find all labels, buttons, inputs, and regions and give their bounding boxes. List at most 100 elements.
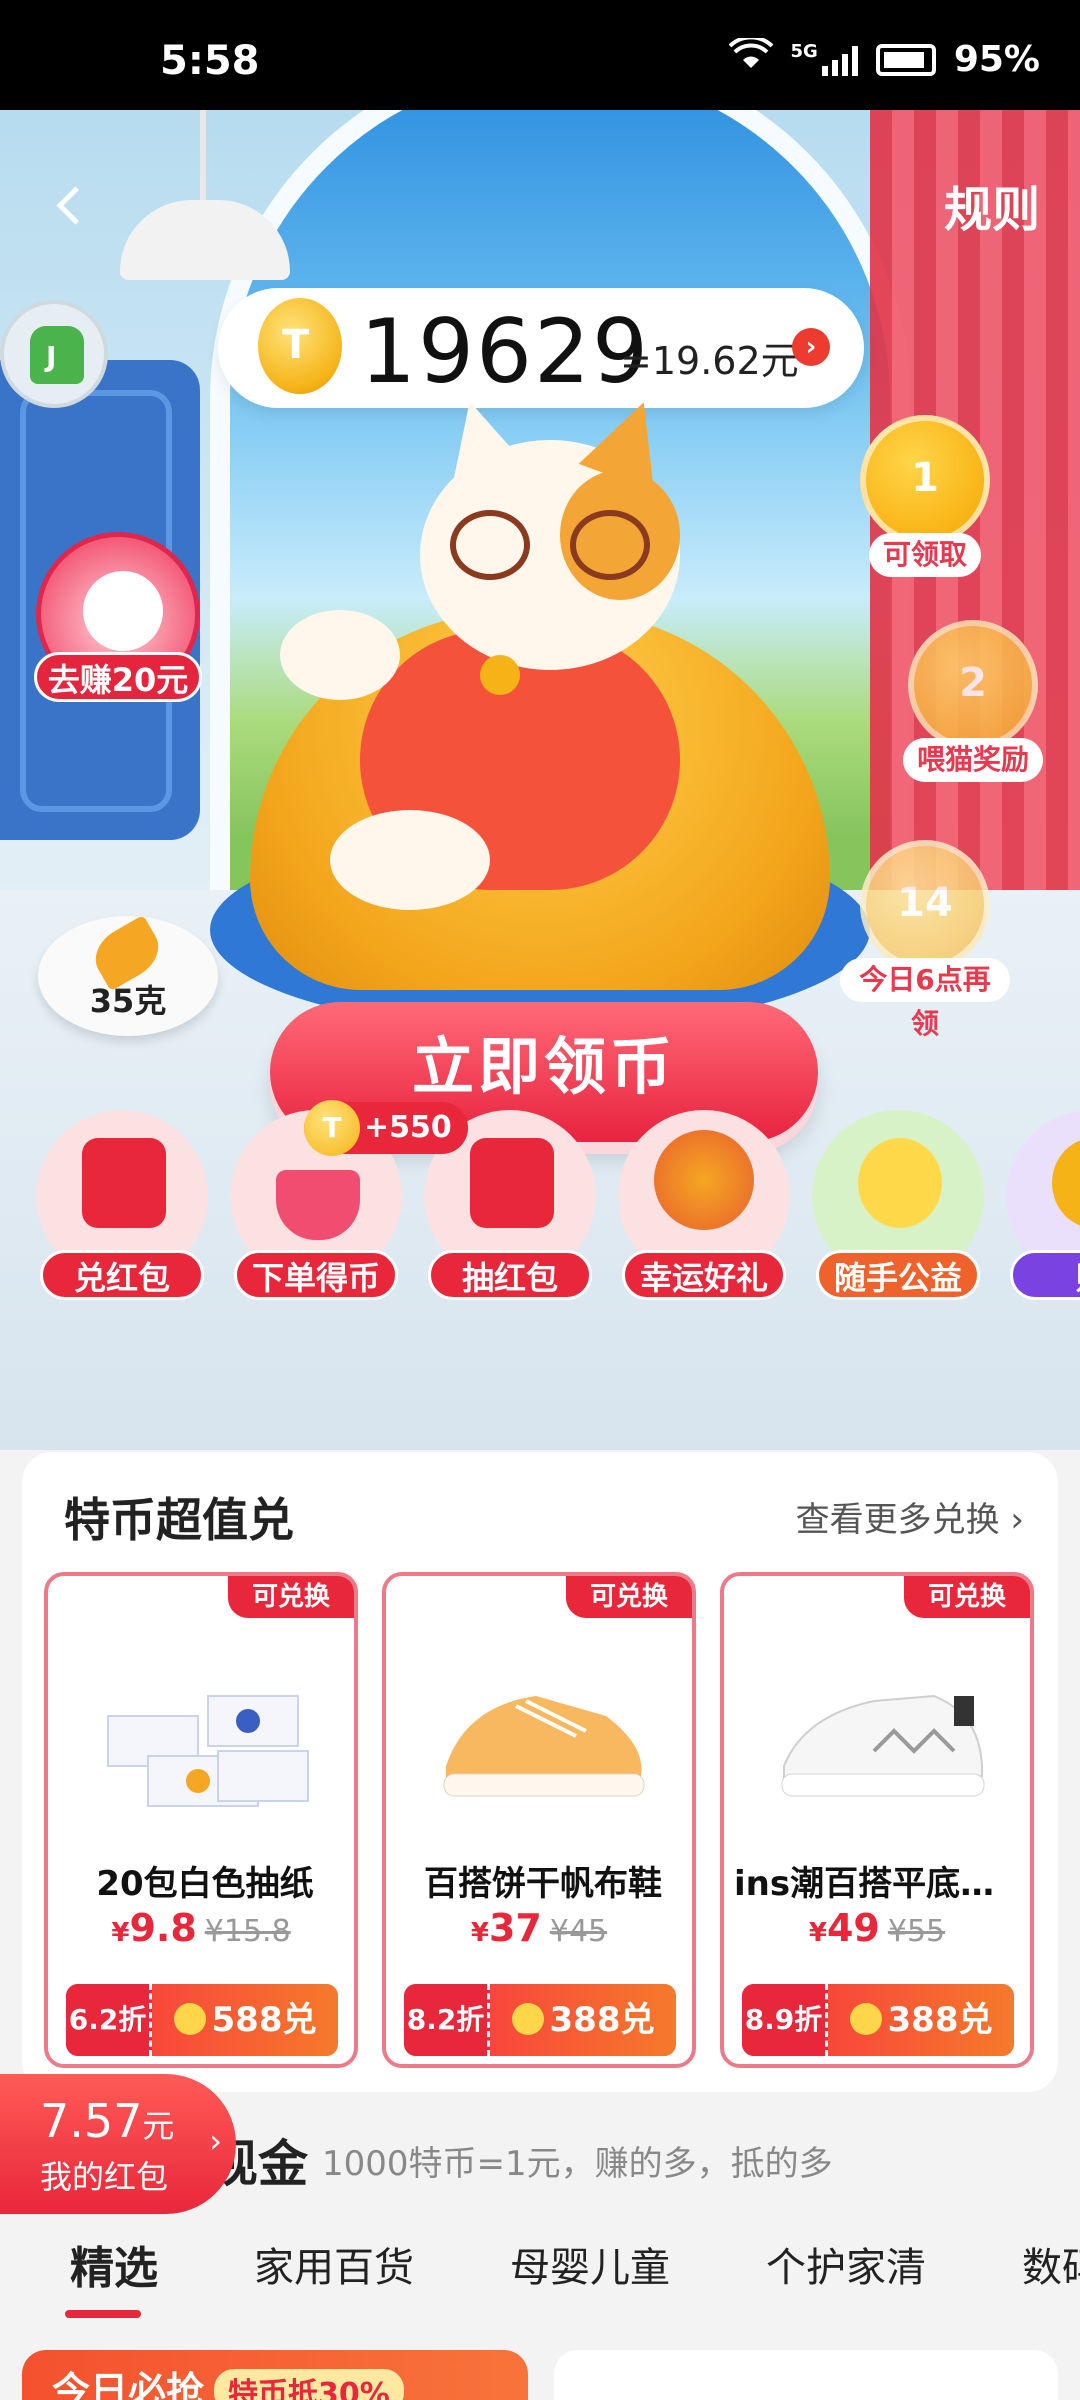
product-original-price: ¥55 xyxy=(887,1914,946,1949)
chevron-right-icon[interactable]: › xyxy=(792,328,830,366)
battery-percent: 95% xyxy=(953,39,1040,80)
feature-lucky-gift[interactable]: 幸运好礼 xyxy=(618,1110,790,1330)
status-time: 5:58 xyxy=(160,38,260,84)
product-card-preview[interactable] xyxy=(554,2350,1058,2400)
reward-later[interactable]: 14 今日6点再领 xyxy=(840,840,1010,1040)
coin-equivalent: =19.62元 xyxy=(620,339,799,383)
product-image-canvas-shoe xyxy=(426,1656,660,1826)
coin-cost: 388兑 xyxy=(828,1984,1014,2056)
android-badge[interactable]: J xyxy=(0,300,108,408)
more-exchange-link[interactable]: 查看更多兑换 › xyxy=(796,1492,1024,1541)
tab-baby-kids[interactable]: 母婴儿童 xyxy=(462,2235,718,2293)
status-icons: 5G 95% xyxy=(728,35,1040,81)
red-envelope-icon xyxy=(82,1138,166,1228)
cat-feet xyxy=(330,810,490,910)
back-button[interactable] xyxy=(52,180,92,240)
bonus-badge: T +550 xyxy=(304,1100,468,1156)
exchange-section: 特币超值兑 查看更多兑换 › 可兑换 20包白色抽纸 ¥9.8 ¥15.8 6.2… xyxy=(22,1452,1058,2092)
category-tabs: 精选 家用百货 母婴儿童 个护家清 数码 xyxy=(0,2214,1080,2314)
android-icon: J xyxy=(30,326,84,384)
tab-household[interactable]: 家用百货 xyxy=(206,2235,462,2293)
redeem-button[interactable]: 8.2折 388兑 xyxy=(404,1984,676,2056)
reward-num: 1 xyxy=(911,455,939,501)
feature-row: 兑红包 下单得币 抽红包 幸运好礼 随手公益 赚 xyxy=(0,1110,1080,1330)
feature-label: 幸运好礼 xyxy=(622,1250,786,1300)
feature-charity[interactable]: 随手公益 xyxy=(812,1110,984,1330)
product-prices: ¥49 ¥55 xyxy=(808,1906,946,1950)
feature-label: 下单得币 xyxy=(234,1250,398,1300)
coin-cost: 588兑 xyxy=(152,1984,338,2056)
feature-label: 赚 xyxy=(1010,1250,1080,1300)
redeem-button[interactable]: 6.2折 588兑 xyxy=(66,1984,338,2056)
bonus-amount: +550 xyxy=(364,1110,452,1145)
food-bowl[interactable]: 35克 xyxy=(38,914,218,1036)
redeemable-badge: 可兑换 xyxy=(228,1576,354,1618)
feature-label: 抽红包 xyxy=(428,1250,592,1300)
coin-icon xyxy=(511,2003,544,2035)
my-redpack-button[interactable]: 7.57元 我的红包 › xyxy=(0,2074,236,2214)
bell-icon xyxy=(480,655,520,695)
coin-icon: T xyxy=(304,1100,360,1156)
chevron-right-icon: › xyxy=(1010,1500,1024,1540)
signal-icon xyxy=(821,44,858,76)
glasses-icon xyxy=(450,510,650,580)
reward-num: 2 xyxy=(959,660,987,706)
cash-subtitle: 1000特币=1元，赚的多，抵的多 xyxy=(322,2144,833,2184)
reward-label: 可领取 xyxy=(868,533,981,577)
discount-tag: 特币抵30% xyxy=(214,2369,404,2400)
product-image-white-sneaker xyxy=(764,1656,998,1826)
redpack-amount: 7.57元 xyxy=(40,2094,175,2148)
product-name: 百搭饼干帆布鞋 xyxy=(424,1864,662,1904)
coin-icon: 14 xyxy=(860,840,990,970)
product-original-price: ¥45 xyxy=(549,1914,608,1949)
coin-icon: 2 xyxy=(908,620,1038,750)
network-label: 5G xyxy=(790,41,818,62)
cat-mascot[interactable] xyxy=(420,388,682,670)
tab-personal-care[interactable]: 个护家清 xyxy=(718,2235,974,2293)
discount-label: 6.2折 xyxy=(66,1984,152,2056)
product-prices: ¥37 ¥45 xyxy=(470,1906,608,1950)
daily-deals-card[interactable]: 今日必抢 特币抵30% xyxy=(22,2350,528,2400)
discount-label: 8.2折 xyxy=(404,1984,490,2056)
redpack-label: 我的红包 xyxy=(40,2158,169,2196)
feature-earn[interactable]: 赚 xyxy=(1006,1110,1080,1330)
reward-num: 14 xyxy=(897,880,953,926)
coin-icon xyxy=(173,2003,206,2035)
reward-label: 今日6点再领 xyxy=(840,958,1010,1040)
rules-link[interactable]: 规则 xyxy=(944,170,1040,240)
product-price: 9.8 xyxy=(129,1906,197,1950)
feature-redeem-redpack[interactable]: 兑红包 xyxy=(36,1110,208,1330)
product-card[interactable]: 可兑换 ins潮百搭平底小… ¥49 ¥55 8.9折 388兑 xyxy=(720,1572,1034,2068)
reward-feed-cat[interactable]: 2 喂猫奖励 xyxy=(888,620,1058,782)
chevron-right-icon: › xyxy=(209,2122,222,2160)
lamp xyxy=(120,110,290,280)
redeemable-badge: 可兑换 xyxy=(566,1576,692,1618)
product-prices: ¥9.8 ¥15.8 xyxy=(111,1906,291,1950)
reward-claimable[interactable]: 1 可领取 xyxy=(840,415,1010,577)
coin-balance[interactable]: T 19629 =19.62元 › xyxy=(218,288,864,408)
redeem-button[interactable]: 8.9折 388兑 xyxy=(742,1984,1014,2056)
coin-icon: T xyxy=(258,298,342,394)
food-amount: 35克 xyxy=(89,982,167,1020)
section-title: 特币超值兑 xyxy=(64,1493,294,1547)
lottery-envelope-icon xyxy=(470,1138,554,1228)
battery-icon xyxy=(875,43,936,76)
reward-label: 喂猫奖励 xyxy=(902,738,1043,782)
product-card[interactable]: 可兑换 20包白色抽纸 ¥9.8 ¥15.8 6.2折 588兑 xyxy=(44,1572,358,2068)
cat-arm xyxy=(280,610,400,700)
product-card[interactable]: 可兑换 百搭饼干帆布鞋 ¥37 ¥45 8.2折 388兑 xyxy=(382,1572,696,2068)
lucky-wheel-icon xyxy=(654,1130,754,1230)
earn-label[interactable]: 去赚20元 xyxy=(34,652,202,702)
charity-chick-icon xyxy=(858,1138,942,1228)
coin-amount: 19629 xyxy=(360,300,650,403)
product-name: ins潮百搭平底小… xyxy=(734,1864,1028,1904)
tab-featured[interactable]: 精选 xyxy=(0,2232,206,2296)
coin-icon: 1 xyxy=(860,415,990,545)
discount-label: 8.9折 xyxy=(742,1984,828,2056)
redeemable-badge: 可兑换 xyxy=(904,1576,1030,1618)
status-bar: 5:58 5G 95% xyxy=(0,0,1080,110)
more-label: 查看更多兑换 xyxy=(795,1500,1000,1540)
product-image-tissue xyxy=(88,1656,322,1826)
wifi-icon xyxy=(728,35,773,81)
tab-digital[interactable]: 数码 xyxy=(974,2235,1080,2293)
